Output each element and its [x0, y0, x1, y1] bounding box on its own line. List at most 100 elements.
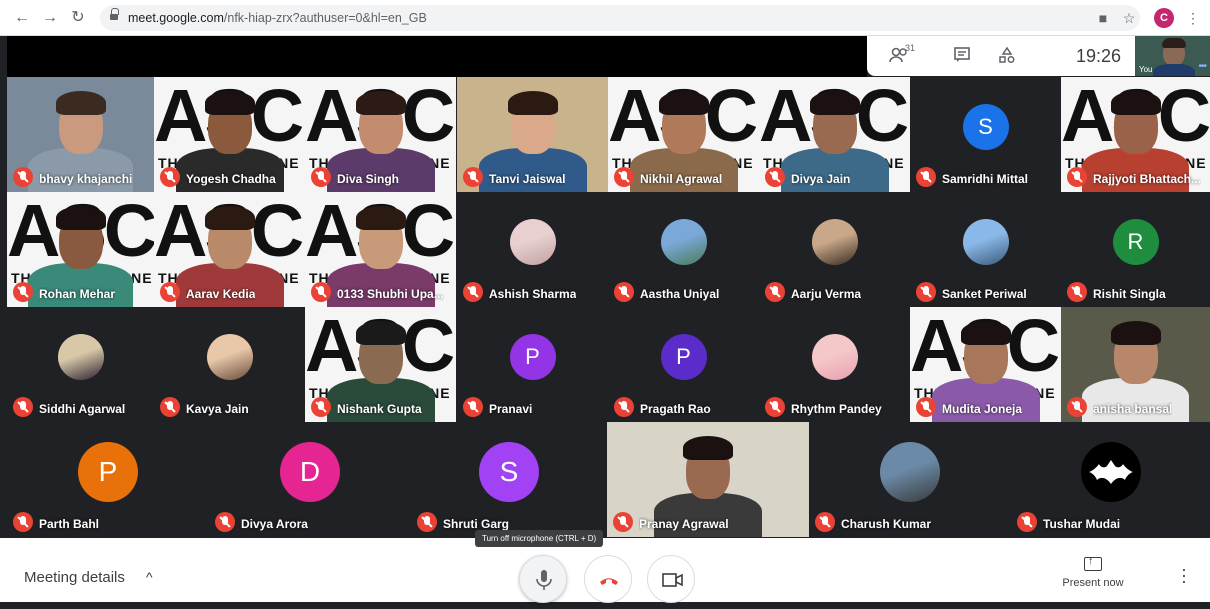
participant-tile-rishit-singla[interactable]: R Rishit Singla — [1061, 192, 1210, 307]
participant-name: Yogesh Chadha — [186, 172, 276, 186]
self-view-tile[interactable]: You ••• — [1135, 36, 1210, 76]
muted-mic-icon — [463, 167, 483, 187]
muted-mic-icon — [614, 167, 634, 187]
participant-tile-anisha-bansal[interactable]: anisha bansal — [1061, 307, 1210, 422]
muted-mic-icon — [463, 282, 483, 302]
camera-indicator-icon[interactable]: ■ — [1094, 9, 1112, 27]
more-options-icon[interactable]: ••• — [1198, 61, 1206, 72]
participant-tile-aarav-kedia[interactable]: ASCE THE ENTREPRENE Aarav Kedia — [154, 192, 305, 307]
present-screen-icon — [1084, 555, 1102, 571]
muted-mic-icon — [13, 167, 33, 187]
muted-mic-icon — [1067, 282, 1087, 302]
self-label: You — [1139, 65, 1153, 74]
chevron-up-icon[interactable]: ^ — [146, 569, 153, 585]
participant-name: Aarju Verma — [791, 287, 862, 301]
participant-avatar — [811, 333, 858, 380]
microphone-button[interactable] — [519, 555, 567, 603]
participant-tile-kavya-jain[interactable]: Kavya Jain — [154, 307, 305, 422]
participant-name: Parth Bahl — [39, 517, 100, 531]
participant-tile-0133-shubhi-upa[interactable]: ASCE THE ENTREPRENE 0133 Shubhi Upa... — [305, 192, 456, 307]
bat-logo-icon — [1088, 459, 1133, 484]
participant-tile-parth-bahl[interactable]: P Parth Bahl — [7, 422, 209, 537]
muted-mic-icon — [13, 282, 33, 302]
participant-tile-yogesh-chadha[interactable]: ASCE THE ENTREPRENE Yogesh Chadha — [154, 77, 305, 192]
muted-mic-icon — [311, 282, 331, 302]
participant-name: Rajjyoti Bhattach... — [1093, 172, 1202, 186]
muted-mic-icon — [160, 397, 180, 417]
participant-tile-charush-kumar[interactable]: Charush Kumar — [809, 422, 1011, 537]
participant-name: anisha bansal — [1093, 402, 1173, 416]
participant-tile-rajjyoti-bhattach[interactable]: ASCE THE ENTREPRENE Rajjyoti Bhattach... — [1061, 77, 1210, 192]
camera-button[interactable] — [647, 555, 695, 603]
participant-name: Rhythm Pandey — [791, 402, 882, 416]
participant-tile-nikhil-agrawal[interactable]: ASCE THE ENTREPRENE Nikhil Agrawal — [608, 77, 759, 192]
profile-avatar[interactable]: C — [1154, 8, 1174, 28]
participant-avatar: S — [479, 441, 539, 502]
participant-avatar: S — [962, 103, 1009, 150]
muted-mic-icon — [1067, 397, 1087, 417]
video-camera-icon — [662, 573, 683, 587]
muted-mic-icon — [311, 397, 331, 417]
browser-toolbar: ← → ↻ meet.google.com/nfk-hiap-zrx?authu… — [0, 0, 1210, 36]
participant-tile-tanvi-jaiswal[interactable]: Tanvi Jaiswal — [457, 77, 608, 192]
activities-icon[interactable] — [998, 46, 1016, 66]
participant-tile-pragath-rao[interactable]: P Pragath Rao — [608, 307, 759, 422]
participant-tile-rhythm-pandey[interactable]: Rhythm Pandey — [759, 307, 910, 422]
participant-tile-rohan-mehar[interactable]: ASCE THE ENTREPRENE Rohan Mehar — [7, 192, 154, 307]
participant-tile-diva-singh[interactable]: ASCE THE ENTREPRENE Diva Singh — [305, 77, 456, 192]
participant-tile-sanket-periwal[interactable]: Sanket Periwal — [910, 192, 1061, 307]
muted-mic-icon — [916, 282, 936, 302]
participant-name: Pranay Agrawal — [639, 517, 729, 531]
more-options-icon[interactable]: · · · — [1180, 560, 1188, 590]
participant-tile-pranay-agrawal[interactable]: Pranay Agrawal — [607, 422, 809, 537]
chat-icon[interactable] — [953, 46, 971, 66]
participant-tile-tushar-mudai[interactable]: Tushar Mudai — [1011, 422, 1210, 537]
meeting-clock: 19:26 — [1076, 46, 1122, 66]
back-arrow-icon[interactable]: ← — [12, 8, 32, 28]
participant-tile-divya-arora[interactable]: D Divya Arora — [209, 422, 411, 537]
participant-tile-mudita-joneja[interactable]: ASCE THE ENTREPRENE Mudita Joneja — [910, 307, 1061, 422]
participant-tile-nishank-gupta[interactable]: ASCE THE ENTREPRENE Nishank Gupta — [305, 307, 456, 422]
participant-tile-divya-jain[interactable]: ASCE THE ENTREPRENE Divya Jain — [759, 77, 910, 192]
participant-avatar: R — [1112, 218, 1159, 265]
reload-icon[interactable]: ↻ — [68, 8, 88, 28]
participant-name: Siddhi Agarwal — [39, 402, 126, 416]
participant-avatar: P — [660, 333, 707, 380]
microphone-tooltip: Turn off microphone (CTRL + D) — [475, 530, 604, 547]
participant-tile-ashish-sharma[interactable]: Ashish Sharma — [457, 192, 608, 307]
participant-name: Charush Kumar — [841, 517, 932, 531]
participant-name: Ashish Sharma — [489, 287, 577, 301]
muted-mic-icon — [417, 512, 437, 532]
muted-mic-icon — [463, 397, 483, 417]
participant-avatar — [1080, 441, 1141, 502]
microphone-icon — [536, 570, 552, 590]
participant-avatar — [962, 218, 1009, 265]
participant-name: Rohan Mehar — [39, 287, 116, 301]
browser-menu-icon[interactable]: ⋮ — [1184, 9, 1202, 27]
people-count: 31 — [905, 43, 916, 53]
participant-tile-pranavi[interactable]: P Pranavi — [457, 307, 608, 422]
bookmark-star-icon[interactable]: ☆ — [1120, 9, 1138, 27]
muted-mic-icon — [311, 167, 331, 187]
muted-mic-icon — [614, 397, 634, 417]
participant-tile-aarju-verma[interactable]: Aarju Verma — [759, 192, 910, 307]
participant-tile-shruti-garg[interactable]: S Shruti Garg — [411, 422, 607, 537]
forward-arrow-icon[interactable]: → — [40, 8, 60, 28]
participant-name: Diva Singh — [337, 172, 400, 186]
muted-mic-icon — [614, 282, 634, 302]
participant-tile-siddhi-agarwal[interactable]: Siddhi Agarwal — [7, 307, 154, 422]
muted-mic-icon — [916, 167, 936, 187]
muted-mic-icon — [13, 512, 33, 532]
address-bar[interactable]: meet.google.com/nfk-hiap-zrx?authuser=0&… — [100, 5, 1140, 31]
present-now-button[interactable]: Present now — [1058, 555, 1128, 589]
participant-avatar — [880, 441, 940, 502]
end-call-button[interactable] — [584, 555, 632, 603]
meeting-details-button[interactable]: Meeting details — [24, 569, 125, 586]
participant-tile-samridhi-mittal[interactable]: S Samridhi Mittal — [910, 77, 1061, 192]
participant-avatar: P — [509, 333, 556, 380]
muted-mic-icon — [765, 397, 785, 417]
lock-icon — [110, 8, 119, 22]
participant-tile-aastha-uniyal[interactable]: Aastha Uniyal — [608, 192, 759, 307]
participant-tile-bhavy-khajanchi[interactable]: bhavy khajanchi — [7, 77, 154, 192]
participant-avatar — [206, 333, 253, 380]
